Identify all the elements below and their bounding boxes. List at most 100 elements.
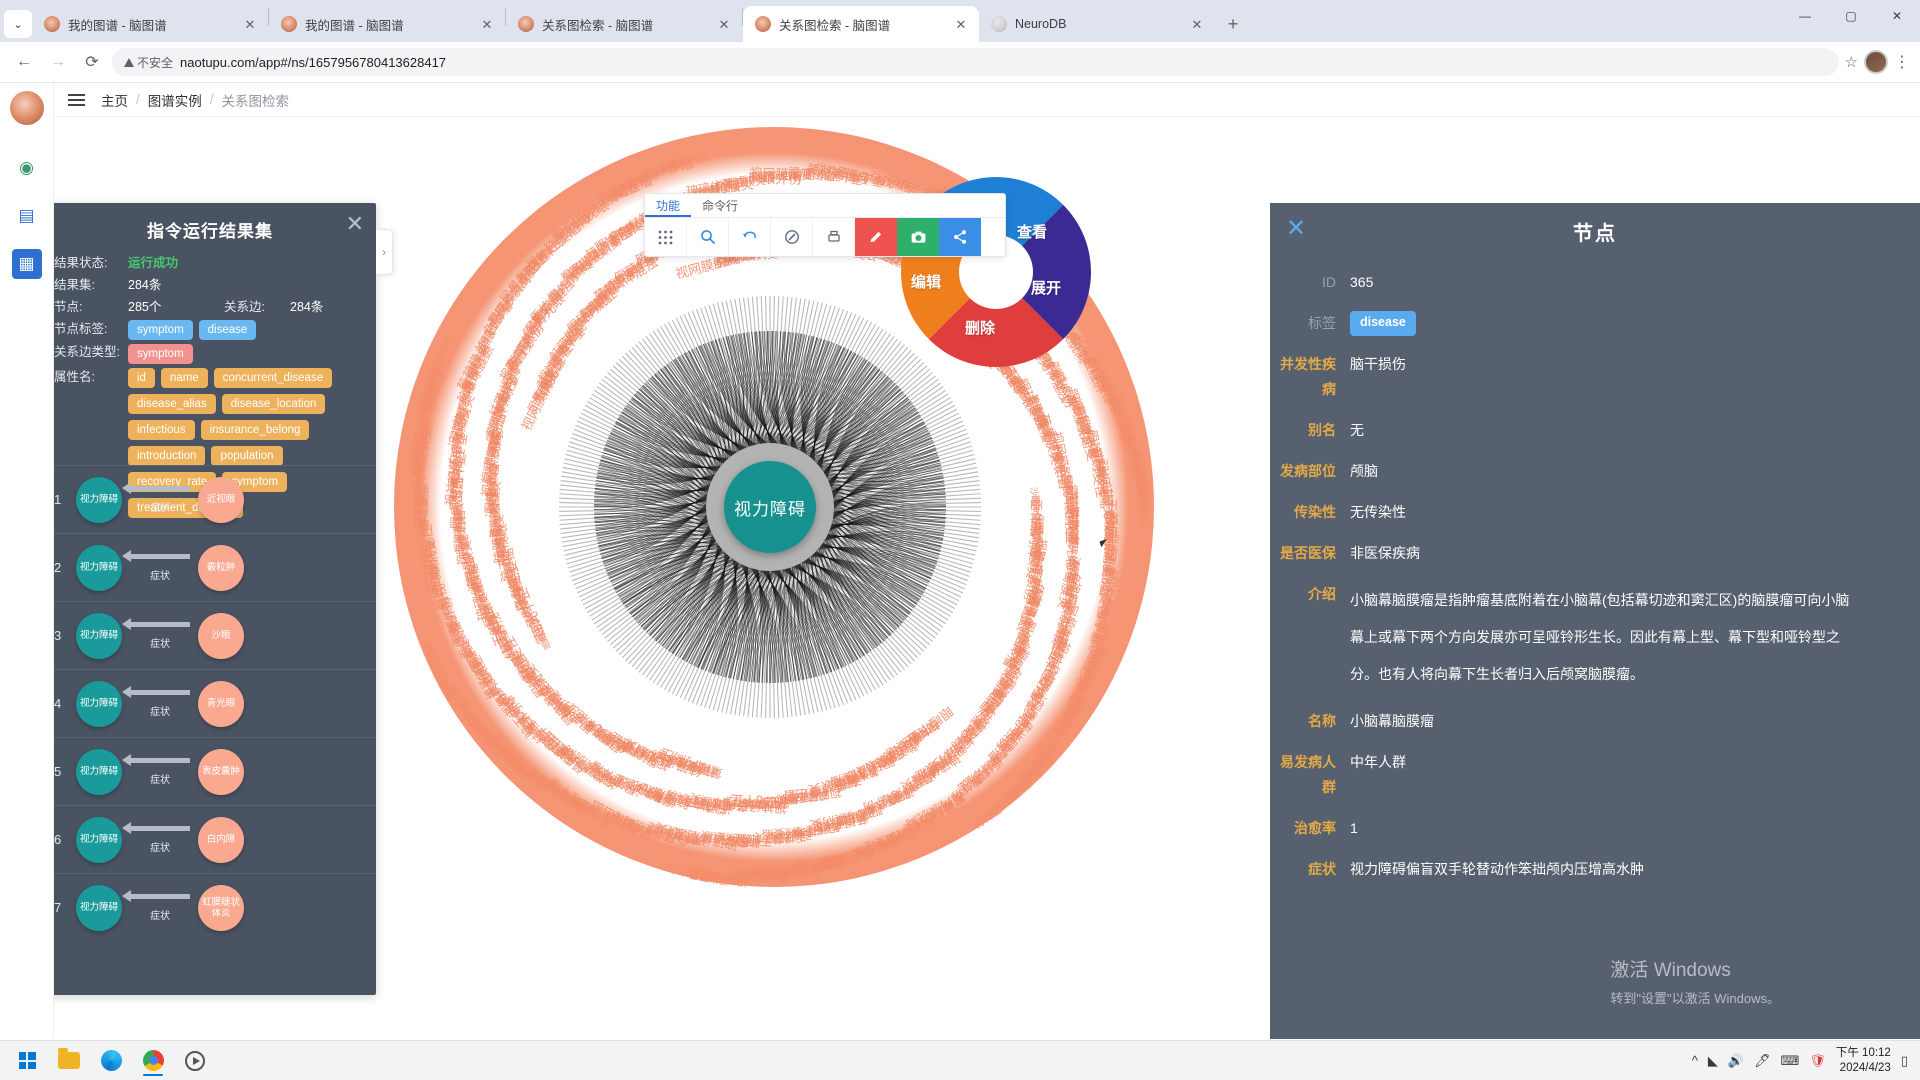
grid-layout-icon[interactable] (645, 218, 687, 256)
browser-tab-2[interactable]: 我的图谱 - 脑图谱 ✕ (269, 6, 505, 42)
node-panel-close-icon[interactable]: ✕ (1286, 217, 1306, 241)
attribute-chip[interactable]: concurrent_disease (213, 368, 333, 388)
result-list-item[interactable]: 5 视力障碍 症状 表皮囊肿 (54, 737, 376, 805)
result-panel-close-icon[interactable]: ✕ (346, 213, 364, 235)
tray-volume-icon[interactable]: 🔊 (1728, 1053, 1744, 1069)
attribute-chip[interactable]: insurance_belong (200, 420, 310, 440)
result-item-source-node[interactable]: 视力障碍 (76, 544, 122, 591)
attribute-chip[interactable]: disease_alias (128, 394, 216, 414)
tab-close-icon[interactable]: ✕ (716, 16, 732, 32)
attribute-chip[interactable]: name (160, 368, 208, 388)
edge-type-chip[interactable]: symptom (128, 344, 193, 364)
breadcrumb: 主页 / 图谱实例 / 关系图检索 (101, 90, 289, 110)
chrome-icon[interactable] (134, 1044, 172, 1078)
attribute-chip[interactable]: disease_location (221, 394, 326, 414)
rail-doc-icon[interactable]: ▤ (12, 201, 42, 231)
browser-tab-1[interactable]: 我的图谱 - 脑图谱 ✕ (32, 6, 268, 42)
menu-toggle-icon[interactable] (66, 91, 87, 109)
media-player-icon[interactable] (176, 1044, 214, 1078)
back-icon[interactable]: ← (10, 48, 38, 76)
result-list-item[interactable]: 3 视力障碍 症状 沙眼 (54, 601, 376, 669)
tray-chevron-icon[interactable]: ^ (1692, 1053, 1698, 1068)
node-label-tag[interactable]: disease (1350, 311, 1416, 336)
share-icon[interactable] (939, 218, 981, 256)
node-attribute-key: 治愈率 (1294, 820, 1336, 836)
tab-functions[interactable]: 功能 (645, 194, 692, 217)
edit-icon[interactable] (855, 218, 897, 256)
result-item-target-node[interactable]: 近视眼 (198, 476, 244, 523)
edge-icon[interactable] (92, 1044, 130, 1078)
attribute-chip[interactable]: introduction (128, 446, 206, 466)
window-minimize-button[interactable]: — (1782, 0, 1828, 32)
result-item-target-node[interactable]: 沙眼 (198, 612, 244, 659)
result-item-target-node[interactable]: 霰粒肿 (198, 544, 244, 591)
address-bar[interactable]: 不安全 naotupu.com/app#/ns/1657956780413628… (112, 48, 1839, 76)
node-label-chip[interactable]: disease (198, 320, 257, 340)
radial-label-expand[interactable]: 展开 (1031, 277, 1061, 298)
new-tab-button[interactable]: + (1219, 10, 1247, 38)
browser-tab-3[interactable]: 关系图检索 - 脑图谱 ✕ (506, 6, 742, 42)
taskbar-clock[interactable]: 下午 10:12 2024/4/23 (1836, 1046, 1891, 1076)
result-list[interactable]: 1 视力障碍 症状 近视眼 2 视力障碍 症状 霰粒肿 3 视力障碍 症状 沙眼 4 视力障碍 症状 青光眼 5… (54, 465, 376, 995)
forward-icon[interactable]: → (44, 48, 72, 76)
not-secure-badge[interactable]: 不安全 (124, 54, 173, 71)
rail-table-icon[interactable]: ▦ (11, 249, 42, 279)
result-item-source-node[interactable]: 视力障碍 (76, 816, 122, 863)
result-item-source-node[interactable]: 视力障碍 (76, 748, 122, 795)
undo-icon[interactable] (729, 218, 771, 256)
attribute-chip[interactable]: population (211, 446, 283, 466)
profile-avatar[interactable] (1864, 50, 1888, 74)
result-item-source-node[interactable]: 视力障碍 (76, 476, 122, 523)
result-list-item[interactable]: 6 视力障碍 症状 白内障 (54, 805, 376, 873)
search-icon[interactable] (687, 218, 729, 256)
result-list-item[interactable]: 1 视力障碍 症状 近视眼 (54, 465, 376, 533)
window-maximize-button[interactable]: ▢ (1828, 0, 1874, 32)
result-panel-collapse-handle[interactable]: › (376, 229, 393, 275)
graph-toolbar: 功能 命令行 (644, 193, 1006, 257)
attribute-chip[interactable]: id (128, 368, 155, 388)
tab-close-icon[interactable]: ✕ (242, 16, 258, 32)
result-item-target-node[interactable]: 白内障 (198, 816, 244, 863)
tray-keyboard-icon[interactable]: ⌨ (1781, 1053, 1800, 1069)
window-close-button[interactable]: ✕ (1874, 0, 1920, 32)
result-item-source-node[interactable]: 视力障碍 (76, 680, 122, 727)
breadcrumb-level2[interactable]: 图谱实例 (148, 90, 202, 110)
attribute-chip[interactable]: infectious (128, 420, 195, 440)
browser-tab-5[interactable]: NeuroDB ✕ (979, 6, 1215, 42)
node-label-chip[interactable]: symptom (128, 320, 193, 340)
result-item-source-node[interactable]: 视力障碍 (76, 884, 122, 931)
browser-tab-4-active[interactable]: 关系图检索 - 脑图谱 ✕ (743, 6, 979, 42)
breadcrumb-home[interactable]: 主页 (101, 90, 128, 110)
result-list-item[interactable]: 7 视力障碍 症状 虹膜睫状体炎 (54, 873, 376, 941)
result-list-item[interactable]: 2 视力障碍 症状 霰粒肿 (54, 533, 376, 601)
print-icon[interactable] (813, 218, 855, 256)
tab-close-icon[interactable]: ✕ (953, 16, 969, 32)
tab-search-chevron-icon[interactable]: ⌄ (4, 10, 32, 38)
radial-label-view[interactable]: 查看 (1017, 221, 1047, 242)
tray-pen-icon[interactable]: 🖊 (1754, 1053, 1771, 1069)
tab-close-icon[interactable]: ✕ (1189, 16, 1205, 32)
bookmark-star-icon[interactable]: ☆ (1845, 53, 1858, 71)
link-icon[interactable] (771, 218, 813, 256)
result-item-target-node[interactable]: 青光眼 (198, 680, 244, 727)
graph-canvas[interactable]: 视神经萎缩脑膜瘤视网膜脱离白内障青光眼斜视结膜炎角膜炎视网膜病变弱视玻璃体混浊眼… (54, 117, 1920, 1039)
result-item-target-node[interactable]: 表皮囊肿 (198, 748, 244, 795)
result-item-source-node[interactable]: 视力障碍 (76, 612, 122, 659)
browser-menu-icon[interactable]: ⋮ (1894, 52, 1910, 72)
reload-icon[interactable]: ⟳ (78, 48, 106, 76)
radial-label-delete[interactable]: 删除 (965, 317, 995, 338)
result-list-item[interactable]: 4 视力障碍 症状 青光眼 (54, 669, 376, 737)
graph-center-node[interactable]: 视力障碍 (724, 461, 816, 553)
show-desktop-icon[interactable]: ▯ (1901, 1053, 1908, 1069)
radial-label-edit[interactable]: 编辑 (911, 271, 941, 292)
tray-network-icon[interactable]: ◣ (1708, 1053, 1718, 1069)
camera-icon[interactable] (897, 218, 939, 256)
node-attribute-value: 无传染性 (1350, 504, 1406, 520)
result-item-target-node[interactable]: 虹膜睫状体炎 (198, 884, 244, 931)
rail-graph-icon[interactable]: ◉ (12, 153, 42, 183)
tab-close-icon[interactable]: ✕ (479, 16, 495, 32)
start-icon[interactable] (8, 1044, 46, 1078)
tab-command-line[interactable]: 命令行 (691, 194, 749, 217)
file-explorer-icon[interactable] (50, 1044, 88, 1078)
tray-shield-icon[interactable]: 🛡 (1809, 1053, 1826, 1069)
